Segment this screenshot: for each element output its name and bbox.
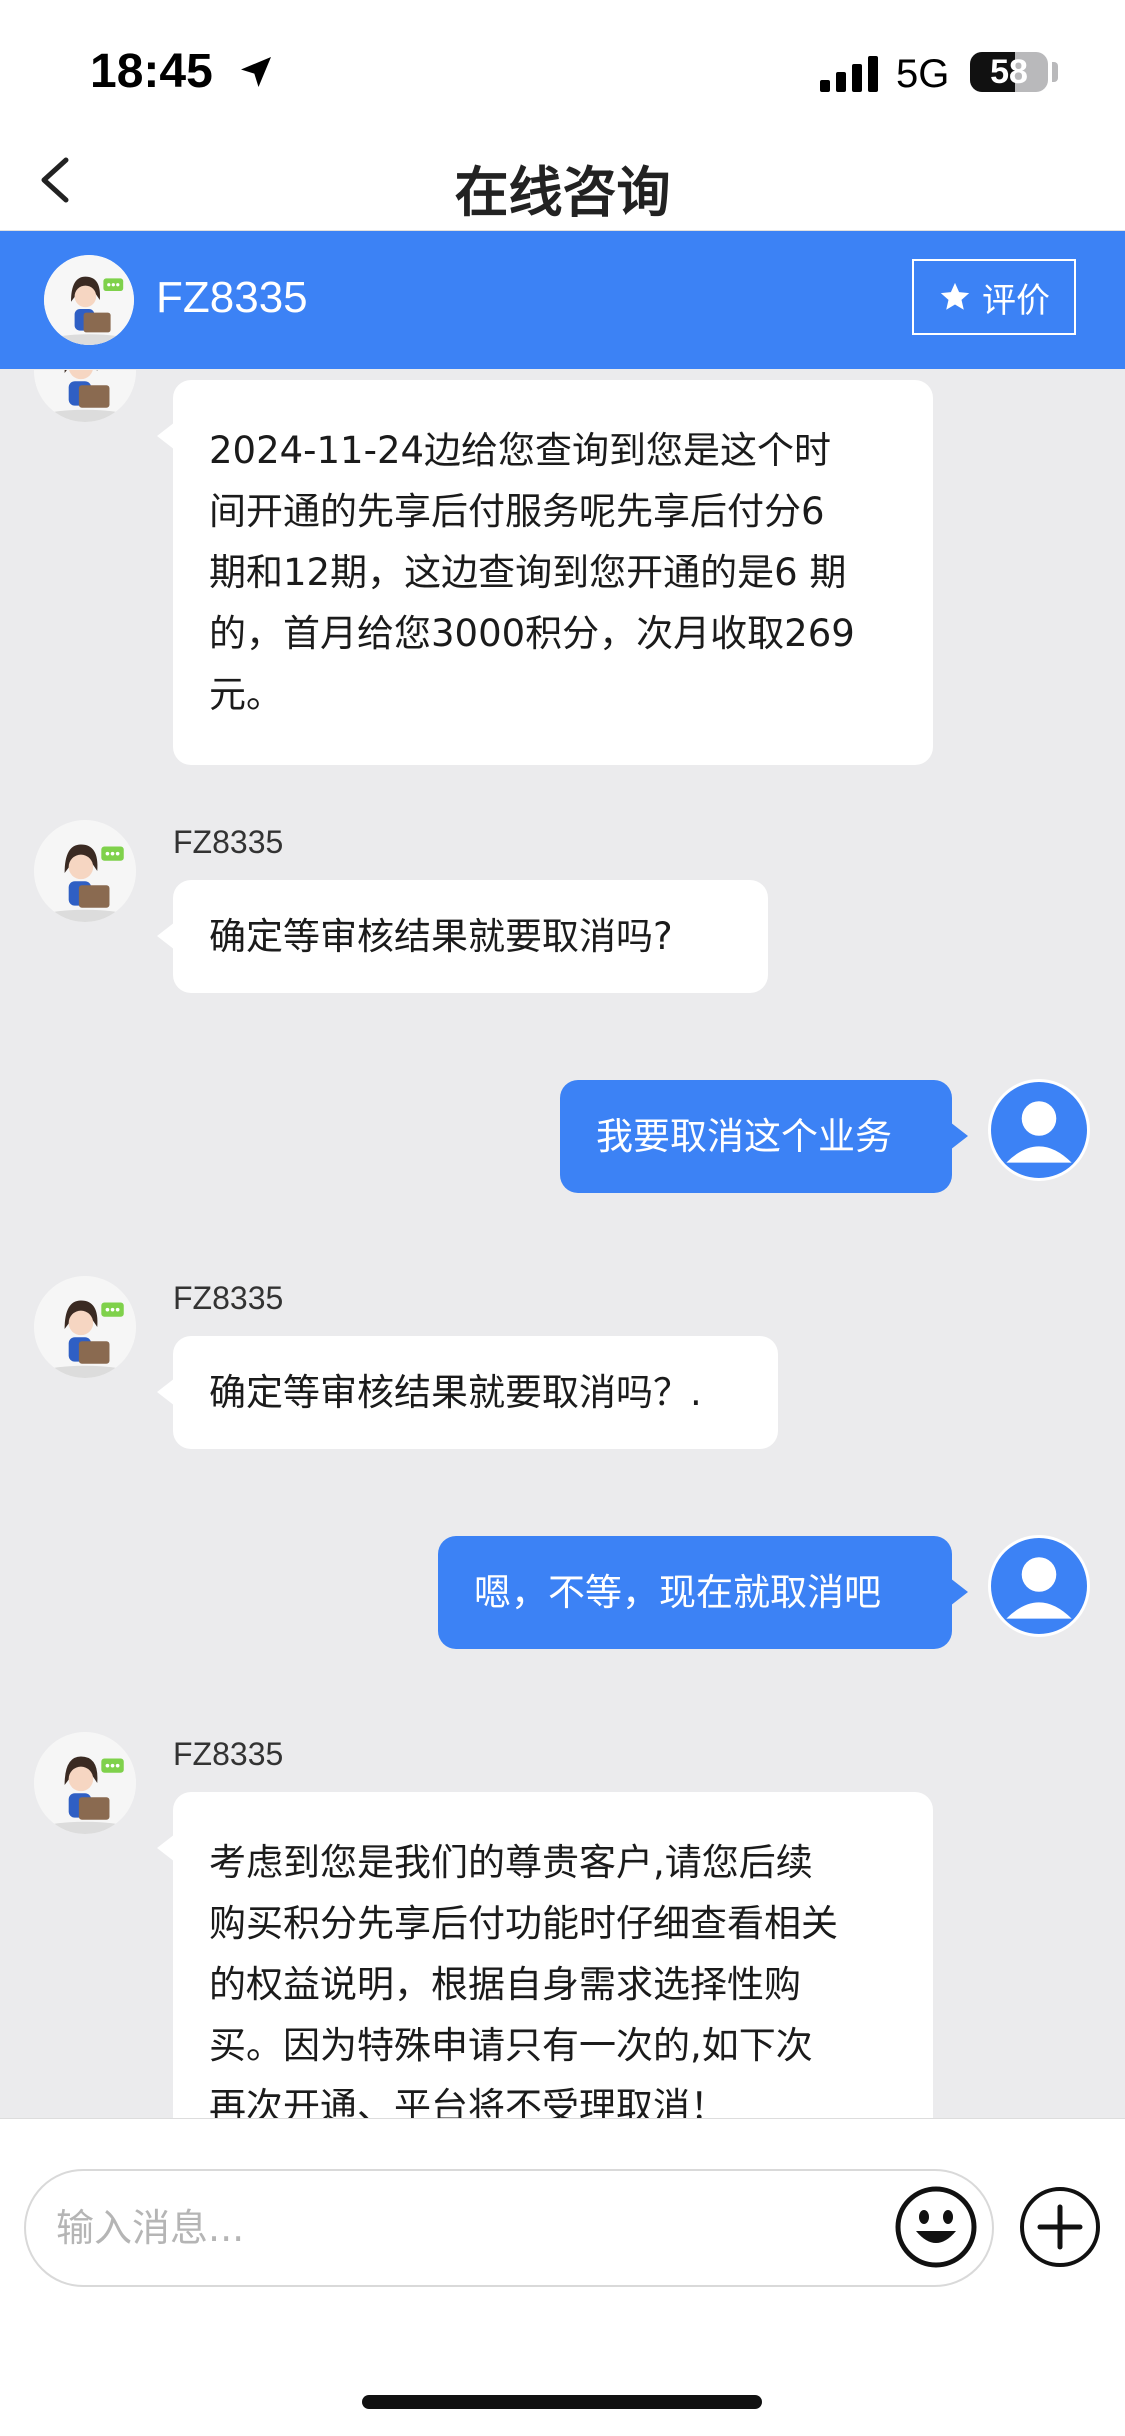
message-line: 我要取消这个业务 [596, 1115, 892, 1158]
message-line: 再次开通、平台将不受理取消！ [209, 2085, 727, 2118]
agent-message-bubble: 确定等审核结果就要取消吗？. [157, 1336, 778, 1449]
agent-message-bubble: 2024-11-24边给您查询到您是这个时 间开通的先享后付服务呢先享后付分6 … [157, 380, 933, 765]
user-message-bubble: 我要取消这个业务 [560, 1080, 968, 1193]
message-line: 元。 [209, 673, 283, 716]
page-title: 在线咨询 [454, 161, 671, 224]
battery-tip [1052, 62, 1058, 82]
plus-circle-icon[interactable] [1018, 2185, 1102, 2269]
chat-area[interactable]: 2024-11-24边给您查询到您是这个时 间开通的先享后付服务呢先享后付分6 … [0, 370, 1125, 2118]
user-avatar [988, 1079, 1090, 1181]
message-line: 买。因为特殊申请只有一次的,如下次 [209, 2024, 813, 2067]
rate-button[interactable]: 评价 [912, 259, 1076, 335]
user-message-bubble: 嗯，不等，现在就取消吧 [438, 1536, 968, 1649]
location-arrow-icon [241, 57, 271, 87]
battery-level: 58 [990, 53, 1028, 91]
battery-icon: 58 [970, 52, 1048, 92]
message-line: 的权益说明，根据自身需求选择性购 [209, 1963, 801, 2006]
sender-name: FZ8335 [173, 824, 284, 860]
message-line: 确定等审核结果就要取消吗？. [209, 1371, 702, 1414]
network-type: 5G [896, 52, 950, 96]
signal-icon [820, 56, 878, 92]
status-time: 18:45 [90, 45, 213, 98]
message-line: 嗯，不等，现在就取消吧 [474, 1571, 881, 1614]
message-line: 购买积分先享后付功能时仔细查看相关 [209, 1902, 838, 1945]
agent-avatar [34, 1276, 136, 1378]
agent-avatar [34, 820, 136, 922]
nav-bar: 在线咨询 [0, 130, 1125, 231]
message-line: 确定等审核结果就要取消吗? [209, 915, 673, 958]
agent-header: FZ8335 评价 [0, 231, 1125, 369]
status-bar: 18:45 5G 58 [0, 0, 1125, 148]
agent-message-bubble: 确定等审核结果就要取消吗? [157, 880, 768, 993]
message-input[interactable] [24, 2169, 994, 2287]
sender-name: FZ8335 [173, 1280, 284, 1316]
input-bar [0, 2118, 1125, 2436]
user-avatar [988, 1535, 1090, 1637]
agent-name: FZ8335 [156, 273, 308, 322]
agent-avatar [34, 1732, 136, 1834]
message-line: 2024-11-24边给您查询到您是这个时 [209, 429, 832, 472]
message-line: 间开通的先享后付服务呢先享后付分6 [209, 490, 825, 533]
home-indicator [362, 2395, 762, 2409]
message-line: 的，首月给您3000积分，次月收取269 [209, 612, 855, 655]
star-icon [940, 282, 970, 310]
agent-avatar [34, 370, 136, 422]
agent-avatar [44, 255, 134, 345]
agent-message-bubble: 考虑到您是我们的尊贵客户,请您后续 购买积分先享后付功能时仔细查看相关 的权益说… [157, 1792, 933, 2118]
sender-name: FZ8335 [173, 1736, 284, 1772]
message-line: 考虑到您是我们的尊贵客户,请您后续 [209, 1841, 813, 1884]
smiley-face-icon[interactable] [894, 2185, 978, 2269]
rate-label: 评价 [982, 280, 1050, 321]
message-line: 期和12期，这边查询到您开通的是6 期 [209, 551, 847, 594]
